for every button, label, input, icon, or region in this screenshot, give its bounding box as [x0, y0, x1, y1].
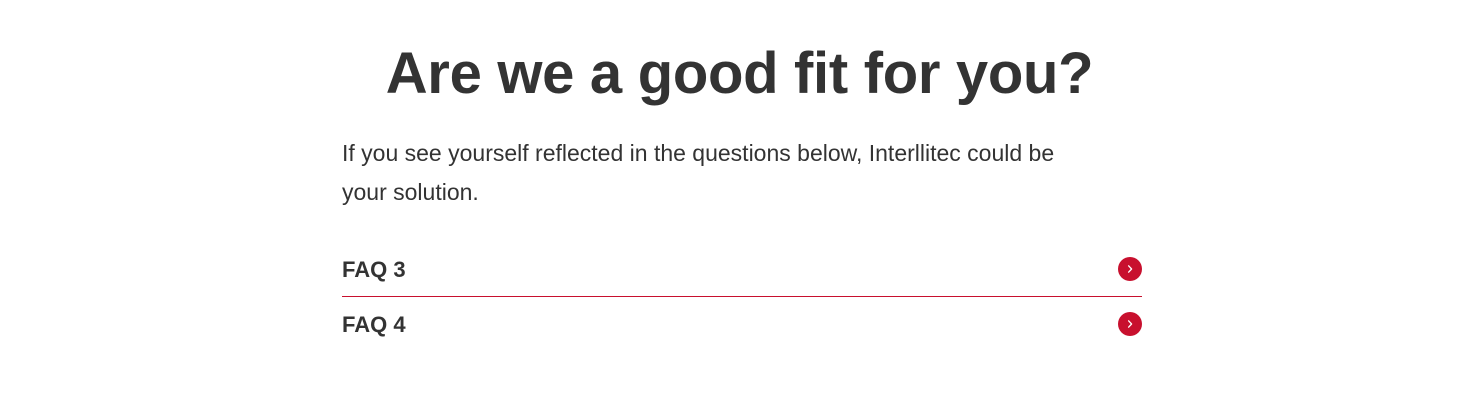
faq-item-label: FAQ 4 — [342, 312, 406, 337]
faq-item-3[interactable]: FAQ 3 — [342, 240, 1142, 296]
faq-item-label: FAQ 3 — [342, 257, 406, 282]
chevron-right-icon[interactable] — [1118, 257, 1142, 281]
fit-section: Are we a good fit for you? If you see yo… — [0, 0, 1479, 404]
faq-item-4[interactable]: FAQ 4 — [342, 296, 1142, 353]
chevron-right-icon[interactable] — [1118, 312, 1142, 336]
section-intro: If you see yourself reflected in the que… — [342, 140, 1055, 205]
section-title: Are we a good fit for you? — [385, 41, 1094, 106]
faq-accordion: FAQ 3 FAQ 4 — [342, 240, 1142, 353]
